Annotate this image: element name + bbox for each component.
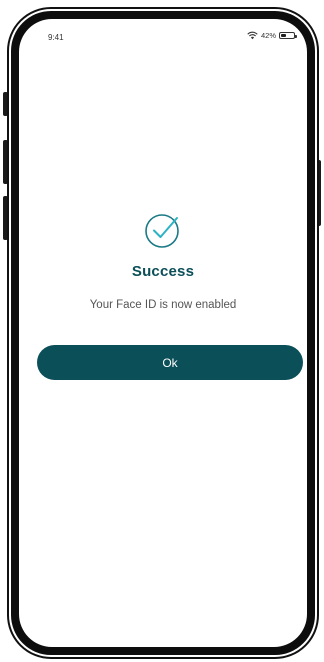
success-title: Success bbox=[131, 263, 195, 280]
status-time: 9:41 bbox=[48, 33, 64, 42]
status-bar: 9:41 42% bbox=[19, 19, 307, 49]
status-indicators: 42% bbox=[247, 31, 297, 40]
check-circle-icon bbox=[145, 214, 179, 248]
battery-tip bbox=[295, 34, 297, 38]
ok-button[interactable]: Ok bbox=[37, 345, 303, 380]
success-panel: Success Your Face ID is now enabled bbox=[19, 210, 307, 311]
success-message: Your Face ID is now enabled bbox=[89, 299, 237, 311]
wifi-icon bbox=[247, 31, 258, 40]
app-canvas: 9:41 42% Success Your Face ID is now ena… bbox=[0, 0, 324, 662]
phone-screen: 9:41 42% Success Your Face ID is now ena… bbox=[19, 19, 307, 647]
battery-percent: 42% bbox=[260, 31, 276, 40]
battery-level-fill bbox=[281, 34, 287, 37]
battery-icon bbox=[279, 32, 297, 39]
